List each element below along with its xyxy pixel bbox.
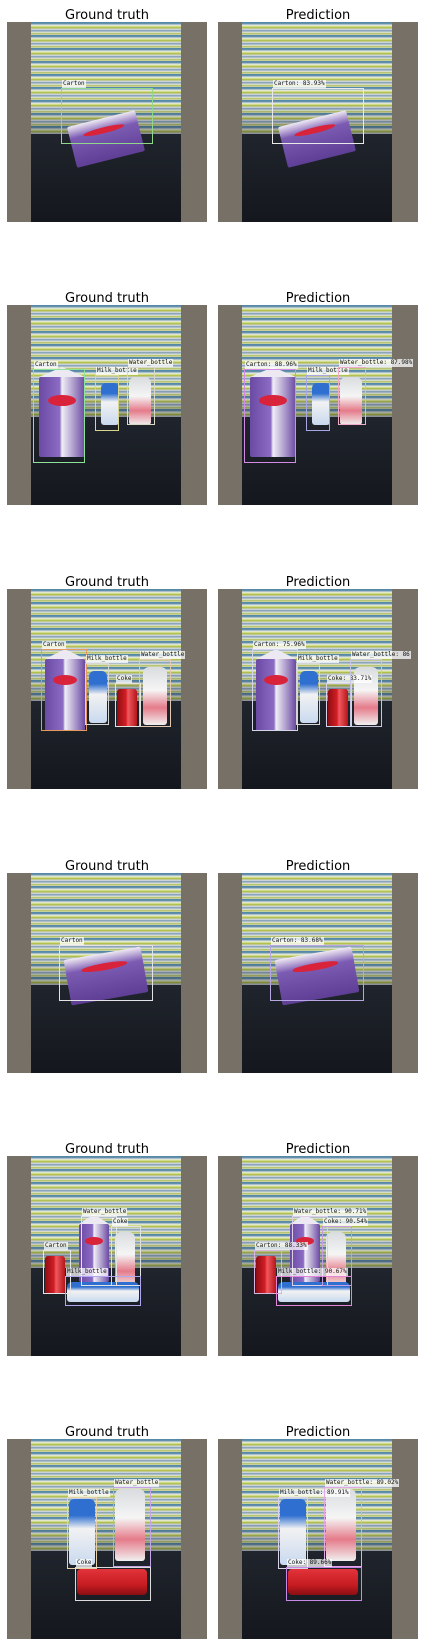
ground-truth-panel: Carton bbox=[7, 873, 207, 1073]
box-label: Carton bbox=[62, 80, 86, 88]
box-label: Milk_bottle bbox=[68, 1489, 110, 1497]
box-label: Carton: 75.96% bbox=[253, 641, 306, 649]
box-label: Carton: 83.93% bbox=[273, 80, 326, 88]
box-label: Milk_bottle bbox=[86, 655, 128, 663]
bounding-box: Milk_bottle bbox=[95, 367, 138, 431]
prediction-panel: Carton: 75.96% Milk_bottle Coke: 83.71% Wat… bbox=[218, 589, 418, 789]
bounding-box: Coke: 83.71% bbox=[326, 675, 373, 727]
scene-photo bbox=[242, 1439, 392, 1639]
box-label: Carton bbox=[34, 361, 58, 369]
box-label: Water_bottle: 87.98% bbox=[339, 359, 414, 367]
box-label: Milk_bottle bbox=[66, 1268, 108, 1276]
bounding-box: Carton: 83.93% bbox=[272, 80, 364, 144]
bounding-box: Milk_bottle: 90.67% bbox=[276, 1268, 352, 1306]
prediction-panel: Carton: 88.33% Water_bottle: 90.71% Coke: … bbox=[218, 1156, 418, 1356]
bounding-box: Carton bbox=[59, 937, 153, 1001]
bounding-box: Milk_bottle bbox=[296, 655, 339, 725]
box-label: Carton bbox=[42, 641, 66, 649]
box-label: Coke: 89.66% bbox=[287, 1559, 333, 1567]
ground-truth-panel: Milk_bottle Water_bottle Coke bbox=[7, 1439, 207, 1639]
box-label: Water_bottle bbox=[114, 1479, 160, 1487]
prediction-panel: Milk_bottle: 89.91% Water_bottle: 89.02% C… bbox=[218, 1439, 418, 1639]
bounding-box: Water_bottle: 87.98% bbox=[338, 359, 414, 425]
ground-truth-panel: Carton Milk_bottle Coke Water_bottle bbox=[7, 589, 207, 789]
bounding-box: Coke bbox=[75, 1559, 151, 1601]
prediction-panel: Carton: 83.68% bbox=[218, 873, 418, 1073]
bounding-box: Milk_bottle bbox=[85, 655, 128, 725]
box-label: Water_bottle: 89.02% bbox=[325, 1479, 400, 1487]
box-label: Water_bottle bbox=[128, 359, 174, 367]
box-label: Coke: 90.54% bbox=[323, 1218, 369, 1226]
bounding-box: Water_bottle: 89.02% bbox=[324, 1479, 400, 1567]
box-label: Water_bottle bbox=[82, 1208, 128, 1216]
bounding-box: Carton bbox=[41, 641, 87, 731]
bounding-box: Carton: 88.96% bbox=[244, 361, 298, 463]
box-label: Milk_bottle: 90.67% bbox=[277, 1268, 348, 1276]
box-label: Coke bbox=[112, 1218, 129, 1226]
box-label: Water_bottle: 90.71% bbox=[293, 1208, 368, 1216]
box-label: Coke bbox=[116, 675, 133, 683]
box-label: Carton bbox=[60, 937, 84, 945]
ground-truth-panel: Carton bbox=[7, 22, 207, 222]
bounding-box: Carton bbox=[61, 80, 153, 144]
ground-truth-panel: Carton Water_bottle Coke Milk_bottle bbox=[7, 1156, 207, 1356]
box-label: Carton: 83.68% bbox=[271, 937, 324, 945]
box-label: Coke bbox=[76, 1559, 93, 1567]
box-label: Water_bottle bbox=[140, 651, 186, 659]
box-label: Carton: 88.96% bbox=[245, 361, 298, 369]
bounding-box: Water_bottle bbox=[127, 359, 174, 425]
bounding-box: Milk_bottle bbox=[306, 367, 349, 431]
bounding-box: Water_bottle: 86 bbox=[350, 651, 411, 727]
box-label: Milk_bottle bbox=[297, 655, 339, 663]
box-label: Water_bottle: 86 bbox=[351, 651, 411, 659]
prediction-panel: Carton: 88.96% Milk_bottle Water_bottle: 8… bbox=[218, 305, 418, 505]
bounding-box: Coke bbox=[115, 675, 141, 727]
bounding-box: Milk_bottle bbox=[65, 1268, 141, 1306]
ground-truth-panel: Carton Milk_bottle Water_bottle bbox=[7, 305, 207, 505]
bounding-box: Carton: 75.96% bbox=[252, 641, 306, 731]
bounding-box: Carton bbox=[33, 361, 85, 463]
prediction-panel: Carton: 83.93% bbox=[218, 22, 418, 222]
bounding-box: Coke: 89.66% bbox=[286, 1559, 362, 1601]
bounding-box: Water_bottle bbox=[113, 1479, 160, 1567]
box-label: Carton bbox=[44, 1242, 68, 1250]
scene-photo bbox=[31, 1439, 181, 1639]
bounding-box: Water_bottle bbox=[139, 651, 186, 727]
bounding-box: Carton: 83.68% bbox=[270, 937, 364, 1001]
